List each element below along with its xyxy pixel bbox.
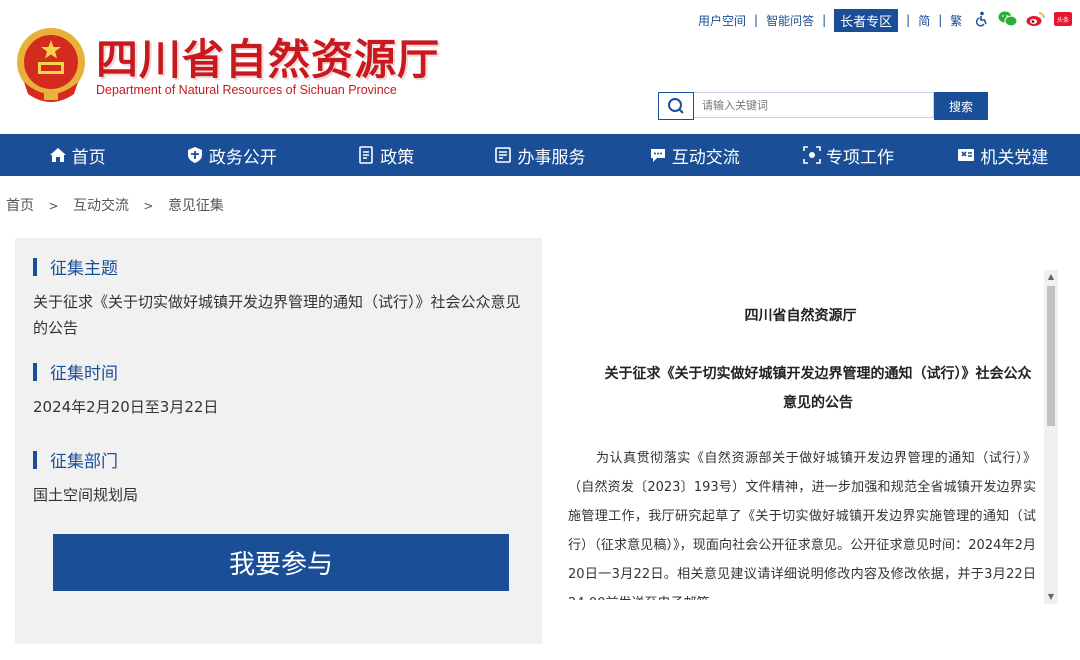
time-text: 2024年2月20日至3月22日	[33, 398, 219, 416]
collection-info-panel: 征集主题 关于征求《关于切实做好城镇开发边界管理的通知（试行）》社会公众意见的公…	[15, 238, 542, 644]
document-title: 关于征求《关于切实做好城镇开发边界管理的通知（试行）》社会公众意见的公告	[604, 366, 1032, 411]
scroll-up-arrow-icon[interactable]: ▲	[1044, 270, 1058, 284]
join-button[interactable]: 我要参与	[53, 534, 509, 591]
shield-icon	[187, 147, 202, 163]
nav-item-special-work[interactable]: 专项工作	[771, 134, 925, 176]
time-heading-text: 征集时间	[50, 364, 118, 384]
heading-bar	[33, 363, 37, 381]
site-header: 四川省自然资源厅 Department of Natural Resources…	[0, 0, 1080, 134]
nav-item-gov-affairs[interactable]: 政务公开	[154, 134, 308, 176]
nav-label: 首页	[71, 147, 106, 168]
time-heading: 征集时间	[33, 359, 118, 384]
nav-label: 机关党建	[980, 147, 1049, 168]
simplified-chinese-link[interactable]: 简	[914, 12, 934, 29]
svg-text:头条: 头条	[1057, 16, 1069, 24]
breadcrumb-opinion-collection[interactable]: 意见征集	[168, 198, 224, 214]
heading-bar	[33, 451, 37, 469]
document-body: 为认真贯彻落实《自然资源部关于做好城镇开发边界管理的通知（试行）》（自然资发〔2…	[568, 451, 1036, 600]
home-icon	[49, 148, 66, 162]
announcement-document[interactable]: 四川省自然资源厅 关于征求《关于切实做好城镇开发边界管理的通知（试行）》社会公众…	[558, 275, 1043, 600]
nav-label: 互动交流	[671, 147, 740, 168]
nav-label: 办事服务	[517, 147, 586, 168]
toutiao-icon[interactable]: 头条	[1054, 11, 1073, 30]
party-building-icon	[958, 149, 975, 161]
document-scrollbar[interactable]: ▲ ▼	[1044, 270, 1058, 604]
user-space-link[interactable]: 用户空间	[694, 12, 750, 29]
main-nav: 首页 政务公开 政策 办事服务 互动交流 专项工作 机关党建	[0, 134, 1080, 176]
breadcrumb-home[interactable]: 首页	[6, 198, 34, 214]
nav-label: 专项工作	[826, 147, 895, 168]
search-icon	[668, 98, 684, 114]
nav-item-interaction[interactable]: 互动交流	[617, 134, 771, 176]
dept-heading-text: 征集部门	[50, 452, 118, 472]
traditional-chinese-link[interactable]: 繁	[946, 12, 966, 29]
nav-item-services[interactable]: 办事服务	[463, 134, 617, 176]
elder-zone-link[interactable]: 长者专区	[834, 8, 899, 32]
breadcrumb-separator: >	[48, 199, 59, 213]
heading-bar	[33, 258, 37, 276]
divider: |	[938, 13, 943, 27]
topic-text: 关于征求《关于切实做好城镇开发边界管理的通知（试行）》社会公众意见的公告	[33, 293, 521, 337]
target-icon	[803, 146, 821, 164]
policy-doc-icon	[359, 146, 374, 164]
top-links: 用户空间 | 智能问答 | 长者专区 | 简 | 繁 头条	[694, 8, 1073, 32]
nav-label: 政务公开	[208, 147, 277, 168]
wechat-icon[interactable]	[998, 11, 1018, 30]
search-bar: 搜索	[658, 92, 988, 120]
breadcrumb: 首页 > 互动交流 > 意见征集	[6, 195, 224, 215]
nav-item-policy[interactable]: 政策	[309, 134, 463, 176]
site-title[interactable]: 四川省自然资源厅	[96, 26, 440, 87]
smart-qa-link[interactable]: 智能问答	[762, 12, 818, 29]
search-icon-box[interactable]	[658, 92, 694, 120]
chat-icon	[650, 149, 665, 162]
breadcrumb-interaction[interactable]: 互动交流	[73, 198, 129, 214]
scroll-down-arrow-icon[interactable]: ▼	[1044, 590, 1058, 604]
document-org: 四川省自然资源厅	[744, 308, 857, 324]
nav-label: 政策	[380, 147, 415, 168]
topic-heading-text: 征集主题	[50, 259, 118, 279]
national-emblem-icon	[17, 28, 85, 102]
accessibility-icon[interactable]	[974, 11, 990, 30]
scrollbar-thumb[interactable]	[1047, 286, 1055, 426]
nav-item-home[interactable]: 首页	[0, 134, 154, 176]
weibo-icon[interactable]	[1026, 11, 1046, 30]
site-subtitle: Department of Natural Resources of Sichu…	[96, 83, 397, 97]
breadcrumb-separator: >	[143, 199, 154, 213]
divider: |	[822, 13, 827, 27]
search-button[interactable]: 搜索	[934, 92, 988, 120]
dept-heading: 征集部门	[33, 447, 118, 472]
dept-text: 国土空间规划局	[33, 486, 139, 504]
topic-heading: 征集主题	[33, 254, 118, 279]
service-icon	[495, 147, 512, 163]
divider: |	[754, 13, 759, 27]
divider: |	[906, 13, 911, 27]
search-input[interactable]	[694, 92, 934, 118]
nav-item-party-building[interactable]: 机关党建	[926, 134, 1080, 176]
